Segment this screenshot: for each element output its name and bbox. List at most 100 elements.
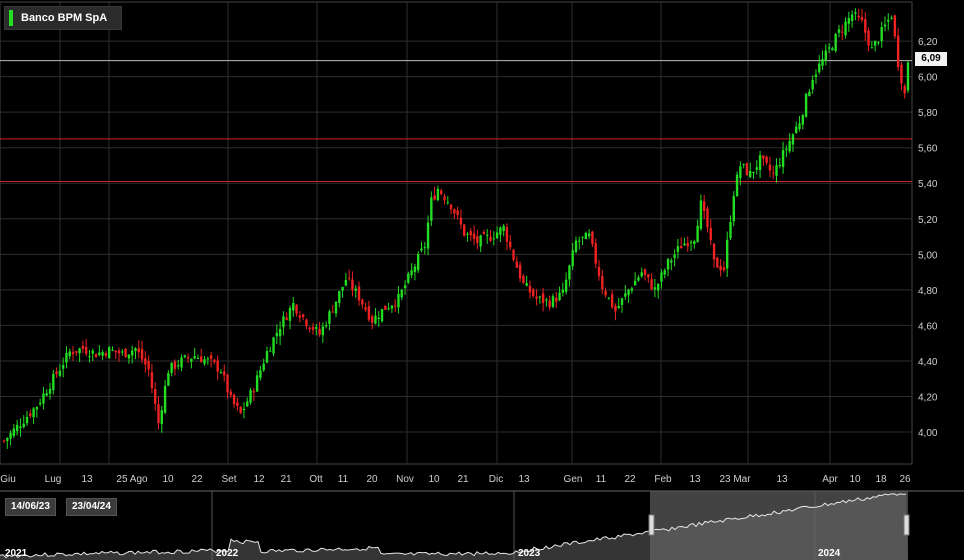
candle	[525, 275, 528, 287]
candle-body	[854, 12, 857, 14]
candle-body	[900, 64, 903, 84]
x-tick-label: 21	[280, 474, 292, 485]
candle	[410, 263, 413, 279]
candle	[670, 258, 673, 271]
candle	[239, 406, 242, 415]
candle	[811, 75, 814, 94]
candle-body	[758, 155, 762, 171]
candle-body	[91, 350, 94, 354]
candle-body	[597, 266, 601, 277]
candle	[762, 155, 765, 167]
candle	[259, 365, 262, 381]
candle	[111, 346, 114, 352]
candle-body	[177, 365, 180, 367]
candle	[515, 256, 519, 268]
candle-body	[745, 163, 749, 176]
x-tick-label: 22	[191, 474, 203, 485]
candle-body	[489, 236, 492, 241]
candle	[824, 44, 828, 66]
candle-body	[887, 19, 890, 22]
candle	[311, 322, 315, 335]
candle-body	[321, 326, 325, 336]
candle-body	[870, 47, 874, 49]
candle-body	[699, 200, 703, 229]
candle	[167, 370, 170, 386]
candle-body	[305, 319, 308, 327]
candle-body	[347, 277, 351, 279]
candle-body	[739, 166, 742, 179]
candle	[650, 273, 653, 291]
candle	[78, 347, 81, 362]
candle	[538, 295, 542, 304]
candle-body	[906, 62, 910, 91]
candle-body	[354, 288, 357, 291]
x-tick-label: 25 Ago	[116, 474, 148, 485]
candle-body	[124, 348, 127, 358]
candle-body	[883, 24, 887, 27]
range-start-date[interactable]: 14/06/23	[5, 498, 56, 516]
candle	[630, 286, 634, 294]
candle-body	[167, 373, 170, 386]
candle	[416, 251, 420, 273]
candle	[755, 160, 758, 175]
candle	[906, 60, 910, 93]
navigator[interactable]: 2021 2022 2023 2024	[0, 490, 964, 560]
y-tick-label: 5,20	[918, 215, 938, 226]
candle-body	[203, 359, 206, 364]
candle-body	[200, 356, 203, 363]
candle	[38, 398, 42, 407]
candle-body	[9, 432, 12, 439]
candle	[6, 437, 9, 449]
candle-body	[262, 363, 265, 371]
y-tick-label: 4,20	[918, 392, 938, 403]
candle	[374, 308, 377, 325]
candle	[545, 297, 548, 307]
candle-body	[420, 248, 423, 251]
candle	[196, 354, 200, 359]
candle-body	[864, 19, 867, 33]
navigator-handle[interactable]	[903, 514, 910, 536]
candle	[788, 133, 791, 154]
candle-body	[426, 222, 430, 249]
x-tick-label: 11	[338, 474, 349, 485]
candle	[433, 186, 436, 201]
candle-body	[295, 304, 298, 314]
candle	[663, 268, 666, 279]
candle	[265, 346, 269, 364]
candle-body	[400, 289, 403, 298]
candle	[430, 191, 433, 227]
candle	[870, 41, 874, 49]
candle-body	[134, 348, 137, 352]
candle-body	[127, 354, 131, 359]
candle	[804, 92, 808, 118]
candle	[765, 155, 768, 166]
candle	[203, 356, 206, 366]
candle-body	[397, 293, 400, 308]
candle	[837, 24, 841, 38]
candle-body	[229, 391, 233, 396]
candle-body	[393, 305, 397, 307]
candle	[242, 402, 246, 419]
candle-body	[374, 315, 377, 324]
candle-body	[22, 423, 25, 427]
candle	[548, 295, 551, 311]
y-tick-label: 5,40	[918, 179, 938, 190]
candle-body	[236, 402, 239, 407]
candle-body	[877, 42, 880, 44]
candle-body	[25, 416, 29, 424]
candle-body	[32, 408, 35, 418]
candle	[377, 311, 380, 327]
candle	[357, 281, 361, 306]
candle-body	[232, 394, 236, 405]
range-end-date[interactable]: 23/04/24	[66, 498, 117, 516]
candle-body	[216, 360, 219, 372]
candle	[742, 163, 745, 169]
candle	[808, 89, 811, 97]
navigator-handle[interactable]	[648, 514, 655, 536]
candle	[140, 340, 144, 364]
candle-body	[627, 289, 630, 296]
candle-body	[880, 27, 883, 42]
candle	[877, 41, 880, 46]
y-tick-label: 4,40	[918, 357, 938, 368]
candle	[219, 369, 223, 374]
